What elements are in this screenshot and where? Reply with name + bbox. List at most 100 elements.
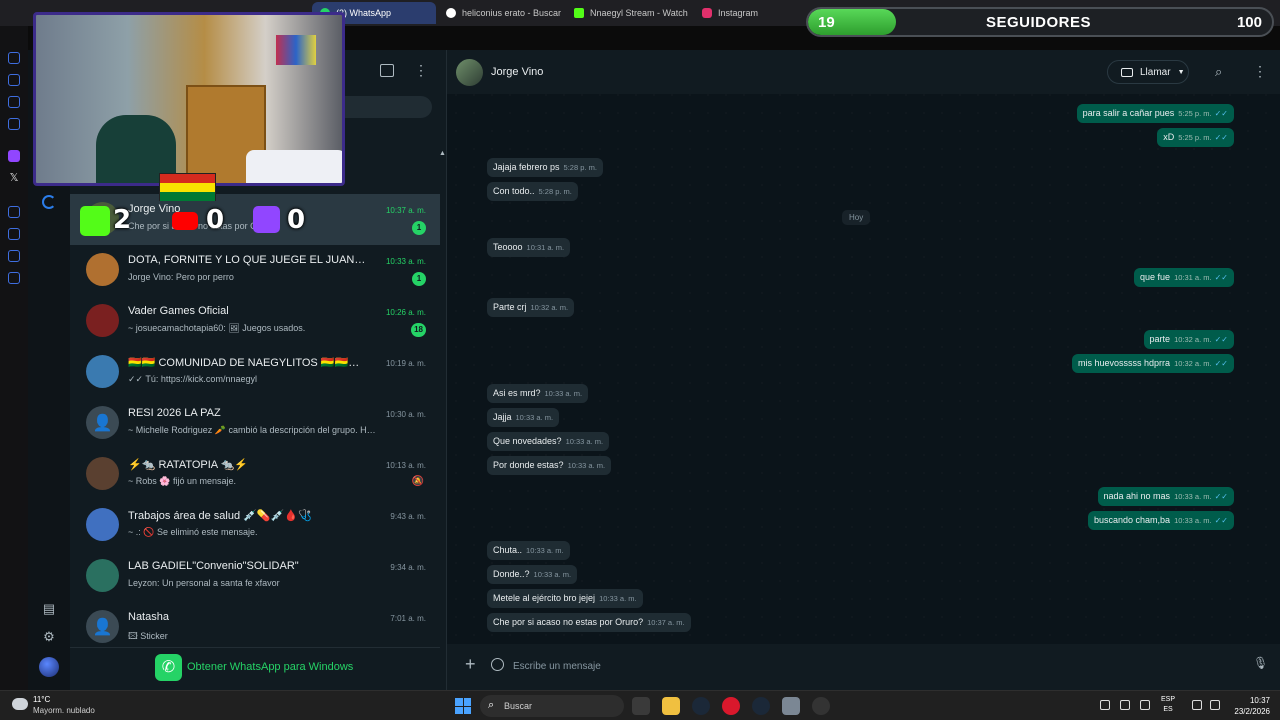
incoming-message[interactable]: Parte crj 10:32 a. m. [487,298,575,317]
chat-name: ⚡🐀 RATATOPIA 🐀⚡ [128,459,248,471]
incoming-message[interactable]: Con todo.. 5:28 p. m. [487,182,578,201]
conversation-pane: Jorge Vino Llamar ▼ ⌕ ⋮ para salir a cañ… [447,50,1280,690]
chat-name: Vader Games Oficial [128,305,229,317]
clock-icon[interactable] [8,228,20,240]
incoming-message[interactable]: Asi es mrd? 10:33 a. m. [487,384,589,403]
contact-name[interactable]: Jorge Vino [491,66,543,78]
scroll-up-icon[interactable]: ▲ [439,150,446,157]
call-button[interactable]: Llamar ▼ [1107,60,1189,84]
read-receipt-icon: ✓✓ [1214,133,1228,142]
chevron-down-icon: ▼ [1177,68,1185,76]
emoji-icon[interactable] [491,658,504,671]
chat-list-item[interactable]: LAB GADIEL"Convenio"SOLIDAR" Leyzon: Un p… [70,551,440,602]
clock[interactable]: 10:37 23/2/2026 [1226,695,1270,717]
incoming-message[interactable]: Por donde estas? 10:33 a. m. [487,456,612,475]
outgoing-message[interactable]: nada ahi no mas 10:33 a. m. ✓✓ [1097,487,1234,506]
chat-time: 10:37 a. m. [385,206,426,215]
steam-icon[interactable] [692,697,710,715]
outgoing-message[interactable]: que fue 10:31 a. m. ✓✓ [1134,268,1234,287]
tab-instagram[interactable]: Instagram [694,2,804,24]
file-explorer-icon[interactable] [662,697,680,715]
chat-list-item[interactable]: DOTA, FORNITE Y LO QUE JUEGE EL JUANJO :… [70,245,440,296]
taskbar-search[interactable]: ⌕ Buscar [480,695,624,717]
cloud-icon[interactable] [12,698,28,710]
incoming-message[interactable]: Che por si acaso no estas por Oruro? 10:3… [487,613,691,632]
incoming-message[interactable]: Chuta.. 10:33 a. m. [487,541,570,560]
message-time: 10:37 a. m. [647,618,685,627]
weather-temperature[interactable]: 11°C [33,695,50,704]
messenger-icon[interactable] [8,52,20,64]
twitch-icon[interactable] [8,150,20,162]
chat-preview: Jorge Vino: Pero por perro [128,272,234,282]
speaker-icon[interactable] [1210,700,1220,710]
chat-list-item[interactable]: Vader Games Oficial ~ josuecamachotapia60… [70,296,440,347]
twitch-logo-icon [253,206,280,233]
chat-preview: ~ .: 🚫 Se eliminó este mensaje. [128,527,258,537]
x-icon[interactable]: 𝕏 [8,172,20,184]
outgoing-message[interactable]: xD 5:25 p. m. ✓✓ [1157,128,1234,147]
task-view-icon[interactable] [632,697,650,715]
incoming-message[interactable]: Teoooo 10:31 a. m. [487,238,571,257]
conversation-menu-icon[interactable]: ⋮ [1253,63,1267,80]
outgoing-message[interactable]: para salir a cañar pues 5:25 p. m. ✓✓ [1076,104,1234,123]
steam-alt-icon[interactable] [752,697,770,715]
media-icon[interactable]: ▤ [42,602,56,616]
extensions-icon[interactable] [8,250,20,262]
message-time: 10:33 a. m. [1174,492,1212,501]
gear-icon[interactable]: ⚙ [42,630,56,644]
vk-icon[interactable] [8,118,20,130]
display-icon[interactable] [1192,700,1202,710]
attach-plus-icon[interactable]: + [465,654,476,675]
outgoing-message[interactable]: parte 10:32 a. m. ✓✓ [1143,330,1234,349]
input-language[interactable]: ESP ES [1161,695,1175,715]
settings-app-icon[interactable] [782,697,800,715]
tab-google-search[interactable]: heliconius erato - Buscar [438,2,564,24]
mic-tray-icon[interactable] [1140,700,1150,710]
opera-icon[interactable] [722,697,740,715]
chat-list-item[interactable]: 👤 RESI 2026 LA PAZ ~ Michelle Rodriguez 🥕 … [70,398,440,449]
message-text: para salir a cañar pues [1082,108,1175,118]
chat-list-item[interactable]: 🇧🇴🇧🇴 COMUNIDAD DE NAEGYLITOS 🇧🇴🇧🇴🚑🚑... ✓✓… [70,347,440,398]
incoming-message[interactable]: Donde..? 10:33 a. m. [487,565,578,584]
tab-kick-stream[interactable]: Nnaegyl Stream - Watch [566,2,692,24]
microphone-icon[interactable]: 🎙 [1253,656,1268,670]
settings-icon[interactable] [8,272,20,284]
weather-description[interactable]: Mayorm. nublado [33,706,95,715]
outgoing-message[interactable]: mis huevosssss hdprra 10:32 a. m. ✓✓ [1072,354,1234,373]
kick-favicon-icon [574,8,584,18]
read-receipt-icon: ✓✓ [1214,109,1228,118]
player-icon[interactable] [8,96,20,108]
chat-name: 🇧🇴🇧🇴 COMUNIDAD DE NAEGYLITOS 🇧🇴🇧🇴🚑🚑... [128,357,368,369]
history-icon[interactable] [8,206,20,218]
incoming-message[interactable]: Metele al ejército bro jejej 10:33 a. m. [487,589,643,608]
chat-list-item[interactable]: Trabajos área de salud 💉💊💉🩸🩺 ~ .: 🚫 Se el… [70,500,440,551]
chat-list-item[interactable]: 👤 Natasha 🖾 Sticker 7:01 a. m. [70,602,440,653]
new-chat-icon[interactable] [380,64,394,77]
webcam-overlay [33,12,345,186]
update-icon[interactable] [1120,700,1130,710]
chat-time: 10:33 a. m. [385,257,426,266]
clock-date: 23/2/2026 [1234,707,1270,716]
windows-start-icon[interactable] [455,698,471,714]
incoming-message[interactable]: Jajaja febrero ps 5:28 p. m. [487,158,603,177]
message-text: xD [1163,132,1175,142]
chat-list-item[interactable]: ⚡🐀 RATATOPIA 🐀⚡ ~ Robs 🌸 fijó un mensaje.… [70,449,440,500]
chat-name: RESI 2026 LA PAZ [128,407,221,419]
bag-icon[interactable] [8,74,20,86]
windows-taskbar: 11°C Mayorm. nublado ⌕ Buscar ESP ES 10:… [0,690,1280,720]
incoming-message[interactable]: Que novedades? 10:33 a. m. [487,432,610,451]
incoming-message[interactable]: Jajja 10:33 a. m. [487,408,560,427]
search-icon[interactable]: ⌕ [1215,64,1222,80]
message-text: nada ahi no mas [1103,491,1171,501]
profile-avatar[interactable] [39,657,59,677]
obs-icon[interactable] [812,697,830,715]
muted-bell-icon: 🔕 [411,476,424,487]
menu-dots-icon[interactable]: ⋮ [414,62,428,79]
network-icon[interactable] [1100,700,1110,710]
get-windows-app-banner[interactable]: ✆ Obtener WhatsApp para Windows [70,647,440,690]
twitch-count: 0 [287,205,306,235]
outgoing-message[interactable]: buscando cham,ba 10:33 a. m. ✓✓ [1088,511,1234,530]
chat-name: LAB GADIEL"Convenio"SOLIDAR" [128,560,299,572]
contact-avatar[interactable] [456,59,483,86]
message-input[interactable] [513,656,1233,676]
